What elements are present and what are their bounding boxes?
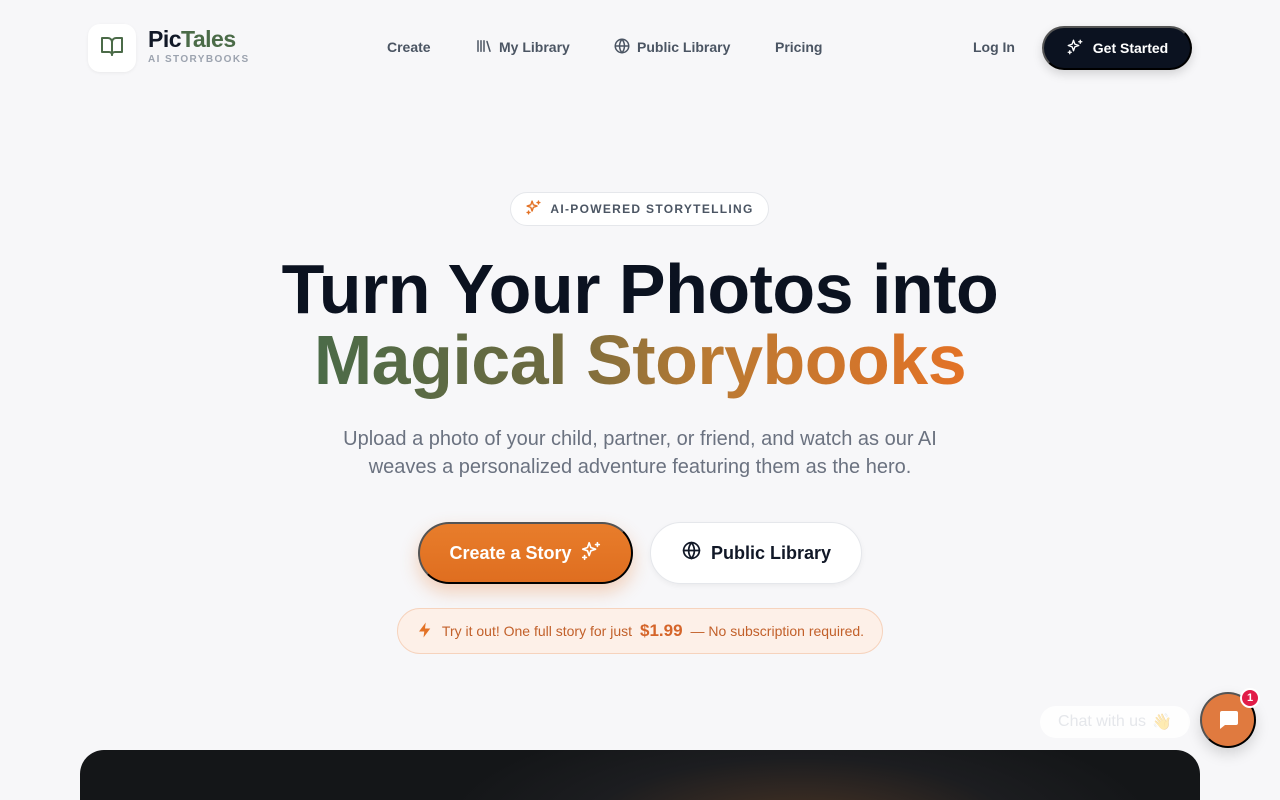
nav-public-library-label: Public Library <box>637 39 731 55</box>
logo-badge[interactable] <box>88 24 136 72</box>
chat-prompt-label: Chat with us <box>1058 713 1147 730</box>
chat-prompt[interactable]: Chat with us 👋 <box>1040 706 1190 738</box>
globe-icon <box>681 540 702 566</box>
nav-create[interactable]: Create <box>387 36 431 58</box>
sparkles-icon <box>525 199 542 219</box>
headline-line2-text: Magical Storybooks <box>313 321 967 399</box>
nav-public-library[interactable]: Public Library <box>613 36 730 58</box>
nav-my-library-label: My Library <box>499 39 570 55</box>
wave-emoji: 👋 <box>1152 714 1172 731</box>
sparkles-icon <box>1066 38 1084 59</box>
public-library-button[interactable]: Public Library <box>650 522 862 584</box>
nav-my-library[interactable]: My Library <box>475 36 570 58</box>
brand-name[interactable]: PicTales <box>148 26 236 52</box>
nav-create-label: Create <box>387 39 431 55</box>
open-book-icon <box>100 34 124 63</box>
create-story-button[interactable]: Create a Story <box>418 522 633 584</box>
library-icon <box>475 37 493 58</box>
chat-unread-badge: 1 <box>1240 688 1260 708</box>
badge-label: AI-POWERED STORYTELLING <box>550 202 754 216</box>
public-library-label: Public Library <box>710 542 832 563</box>
hero-subtext: Upload a photo of your child, partner, o… <box>343 428 937 478</box>
preview-panel <box>80 750 1200 800</box>
globe-icon <box>613 37 631 58</box>
promo-price: $1.99 <box>640 621 683 640</box>
headline-line1: Turn Your Photos into <box>281 250 999 328</box>
promo-prefix: Try it out! One full story for just <box>441 623 632 639</box>
headline-line2: Magical Storybooks <box>0 322 1280 398</box>
ai-powered-badge: AI-POWERED STORYTELLING <box>510 192 769 226</box>
chat-bubble-icon <box>1216 707 1240 734</box>
sparkles-icon <box>580 540 602 567</box>
brand-name-part2: Tales <box>181 26 236 52</box>
login-link[interactable]: Log In <box>973 36 1015 58</box>
nav-pricing-label: Pricing <box>775 39 823 55</box>
create-story-label: Create a Story <box>449 542 572 563</box>
get-started-button[interactable]: Get Started <box>1042 26 1192 70</box>
promo-banner: Try it out! One full story for just $1.9… <box>397 608 883 654</box>
nav-pricing[interactable]: Pricing <box>775 36 822 58</box>
brand-tagline: AI STORYBOOKS <box>148 54 250 65</box>
promo-suffix: — No subscription required. <box>690 623 865 639</box>
get-started-label: Get Started <box>1092 40 1169 56</box>
lightning-icon <box>416 621 434 642</box>
brand-name-part1: Pic <box>148 26 182 52</box>
site-header: PicTales AI STORYBOOKS Create My Library… <box>0 0 1280 94</box>
landing-page: PicTales AI STORYBOOKS Create My Library… <box>0 0 1280 800</box>
